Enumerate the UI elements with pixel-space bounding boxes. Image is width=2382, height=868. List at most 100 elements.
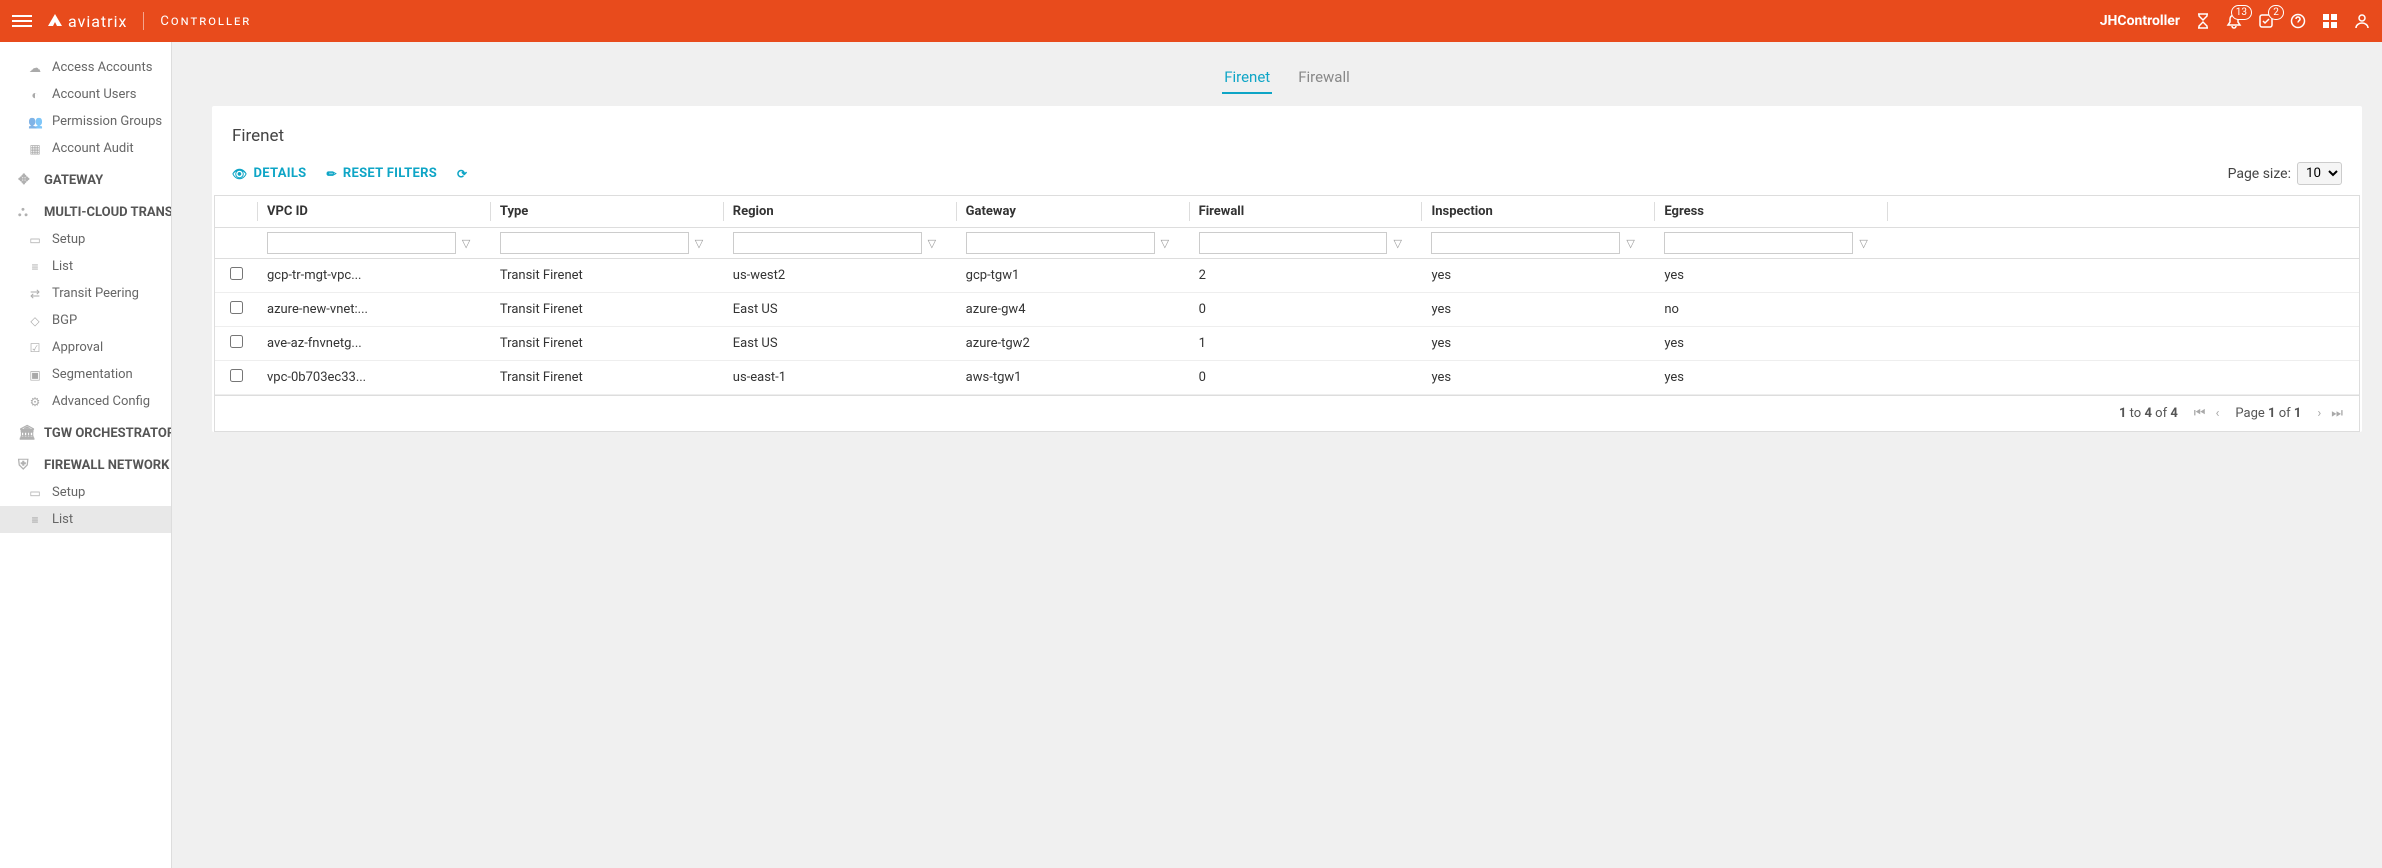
eye-icon: 👁 xyxy=(232,167,248,181)
sidebar-section-firewall[interactable]: ⛨ FIREWALL NETWORK xyxy=(0,447,171,479)
filter-icon[interactable]: ▽ xyxy=(1393,237,1401,250)
column-filter-input[interactable] xyxy=(1431,232,1620,254)
column-header[interactable]: VPC ID xyxy=(257,196,490,228)
sidebar-section-gateway[interactable]: ✥ GATEWAY xyxy=(0,162,171,194)
sidebar-item[interactable]: ☑Approval xyxy=(0,334,171,361)
sidebar-item-icon: 👥 xyxy=(28,115,42,129)
sidebar-item-icon: ⇄ xyxy=(28,287,42,301)
pager-next-button[interactable]: › xyxy=(2317,406,2321,421)
filter-icon[interactable]: ▽ xyxy=(695,237,703,250)
top-header: aviatrix Controller JHController 13 2 xyxy=(0,0,2382,42)
gateway-icon: ✥ xyxy=(18,172,34,188)
row-checkbox[interactable] xyxy=(230,301,243,314)
filter-icon[interactable]: ▽ xyxy=(928,237,936,250)
sidebar-section-multicloud[interactable]: ⛬ MULTI-CLOUD TRANSIT xyxy=(0,194,171,226)
sidebar-item[interactable]: ☁Access Accounts xyxy=(0,54,171,81)
column-header[interactable]: Gateway xyxy=(956,196,1189,228)
sidebar-item[interactable]: ≡List xyxy=(0,506,171,533)
menu-toggle-icon[interactable] xyxy=(12,15,32,27)
eraser-icon: ✏ xyxy=(327,167,337,181)
column-header[interactable]: Inspection xyxy=(1421,196,1654,228)
filter-icon[interactable]: ▽ xyxy=(1859,237,1867,250)
table-row[interactable]: ave-az-fnvnetg...Transit FirenetEast USa… xyxy=(215,327,2359,361)
sidebar-item[interactable]: ◐Account Users xyxy=(0,81,171,108)
tab-firewall[interactable]: Firewall xyxy=(1296,62,1352,94)
page-size-select[interactable]: 10 xyxy=(2297,162,2342,185)
shield-icon: ⛨ xyxy=(18,457,34,473)
tab-bar: Firenet Firewall xyxy=(212,42,2362,106)
cell-firewall: 1 xyxy=(1189,327,1422,361)
hourglass-icon[interactable] xyxy=(2196,13,2210,29)
tab-firenet[interactable]: Firenet xyxy=(1222,62,1272,94)
pager-last-button[interactable]: ⏭ xyxy=(2331,406,2343,421)
row-checkbox[interactable] xyxy=(230,335,243,348)
tgw-icon: 🏛 xyxy=(18,425,34,441)
column-filter-input[interactable] xyxy=(267,232,456,254)
column-filter-input[interactable] xyxy=(1199,232,1388,254)
cell-egress: yes xyxy=(1654,259,1887,293)
brand-name: aviatrix xyxy=(68,12,127,31)
sidebar-item[interactable]: ◇BGP xyxy=(0,307,171,334)
table-row[interactable]: azure-new-vnet:...Transit FirenetEast US… xyxy=(215,293,2359,327)
pager-prev-button[interactable]: ‹ xyxy=(2216,406,2220,421)
user-icon[interactable] xyxy=(2354,13,2370,29)
sidebar-item[interactable]: ▭Setup xyxy=(0,226,171,253)
filter-icon[interactable]: ▽ xyxy=(462,237,470,250)
sidebar-item[interactable]: 👥Permission Groups xyxy=(0,108,171,135)
sidebar-item-icon: ▦ xyxy=(28,142,42,156)
sidebar-item[interactable]: ⚙Advanced Config xyxy=(0,388,171,415)
sidebar-item-label: Advanced Config xyxy=(52,394,150,409)
tasks-icon[interactable]: 2 xyxy=(2258,13,2274,29)
cell-inspection: yes xyxy=(1421,259,1654,293)
cell-type: Transit Firenet xyxy=(490,361,723,395)
sidebar: ☁Access Accounts◐Account Users👥Permissio… xyxy=(0,42,172,868)
column-header[interactable]: Firewall xyxy=(1189,196,1422,228)
page-size-control: Page size: 10 xyxy=(2228,162,2342,185)
cell-gateway: azure-tgw2 xyxy=(956,327,1189,361)
cell-gateway: aws-tgw1 xyxy=(956,361,1189,395)
bell-icon[interactable]: 13 xyxy=(2226,13,2242,29)
panel-title: Firenet xyxy=(212,126,2362,162)
filter-icon[interactable]: ▽ xyxy=(1626,237,1634,250)
column-header[interactable]: Egress xyxy=(1654,196,1887,228)
pager-first-button[interactable]: ⏮ xyxy=(2194,406,2206,421)
row-checkbox[interactable] xyxy=(230,369,243,382)
column-filter-input[interactable] xyxy=(733,232,922,254)
details-button[interactable]: 👁 DETAILS xyxy=(232,166,307,181)
cell-gateway: azure-gw4 xyxy=(956,293,1189,327)
row-checkbox[interactable] xyxy=(230,267,243,280)
table-row[interactable]: gcp-tr-mgt-vpc...Transit Firenetus-west2… xyxy=(215,259,2359,293)
table-row[interactable]: vpc-0b703ec33...Transit Firenetus-east-1… xyxy=(215,361,2359,395)
column-header[interactable]: Type xyxy=(490,196,723,228)
cell-egress: yes xyxy=(1654,361,1887,395)
cell-gateway: gcp-tgw1 xyxy=(956,259,1189,293)
refresh-button[interactable]: ⟳ xyxy=(457,167,467,181)
cell-type: Transit Firenet xyxy=(490,259,723,293)
refresh-icon: ⟳ xyxy=(457,167,467,181)
main-content: Firenet Firewall Firenet 👁 DETAILS ✏ RES… xyxy=(172,42,2382,868)
cell-egress: no xyxy=(1654,293,1887,327)
sidebar-item[interactable]: ⇄Transit Peering xyxy=(0,280,171,307)
sidebar-item-icon: ◇ xyxy=(28,314,42,328)
sidebar-section-label: MULTI-CLOUD TRANSIT xyxy=(44,205,171,220)
column-filter-input[interactable] xyxy=(1664,232,1853,254)
sidebar-item-label: Segmentation xyxy=(52,367,133,382)
sidebar-item[interactable]: ▭Setup xyxy=(0,479,171,506)
help-icon[interactable] xyxy=(2290,13,2306,29)
column-header[interactable]: Region xyxy=(723,196,956,228)
filter-icon[interactable]: ▽ xyxy=(1161,237,1169,250)
column-filter-input[interactable] xyxy=(500,232,689,254)
sidebar-item-label: Access Accounts xyxy=(52,60,152,75)
column-filter-input[interactable] xyxy=(966,232,1155,254)
select-all-header xyxy=(215,196,257,228)
select-all-checkbox[interactable] xyxy=(215,228,257,259)
sidebar-section-tgw[interactable]: 🏛 TGW ORCHESTRATOR xyxy=(0,415,171,447)
apps-icon[interactable] xyxy=(2322,13,2338,29)
reset-filters-button[interactable]: ✏ RESET FILTERS xyxy=(327,166,438,181)
sidebar-item-icon: ≡ xyxy=(28,260,42,274)
sidebar-item[interactable]: ≡List xyxy=(0,253,171,280)
sidebar-item[interactable]: ▣Segmentation xyxy=(0,361,171,388)
sidebar-item[interactable]: ▦Account Audit xyxy=(0,135,171,162)
cell-inspection: yes xyxy=(1421,327,1654,361)
sidebar-item-label: Setup xyxy=(52,232,85,247)
